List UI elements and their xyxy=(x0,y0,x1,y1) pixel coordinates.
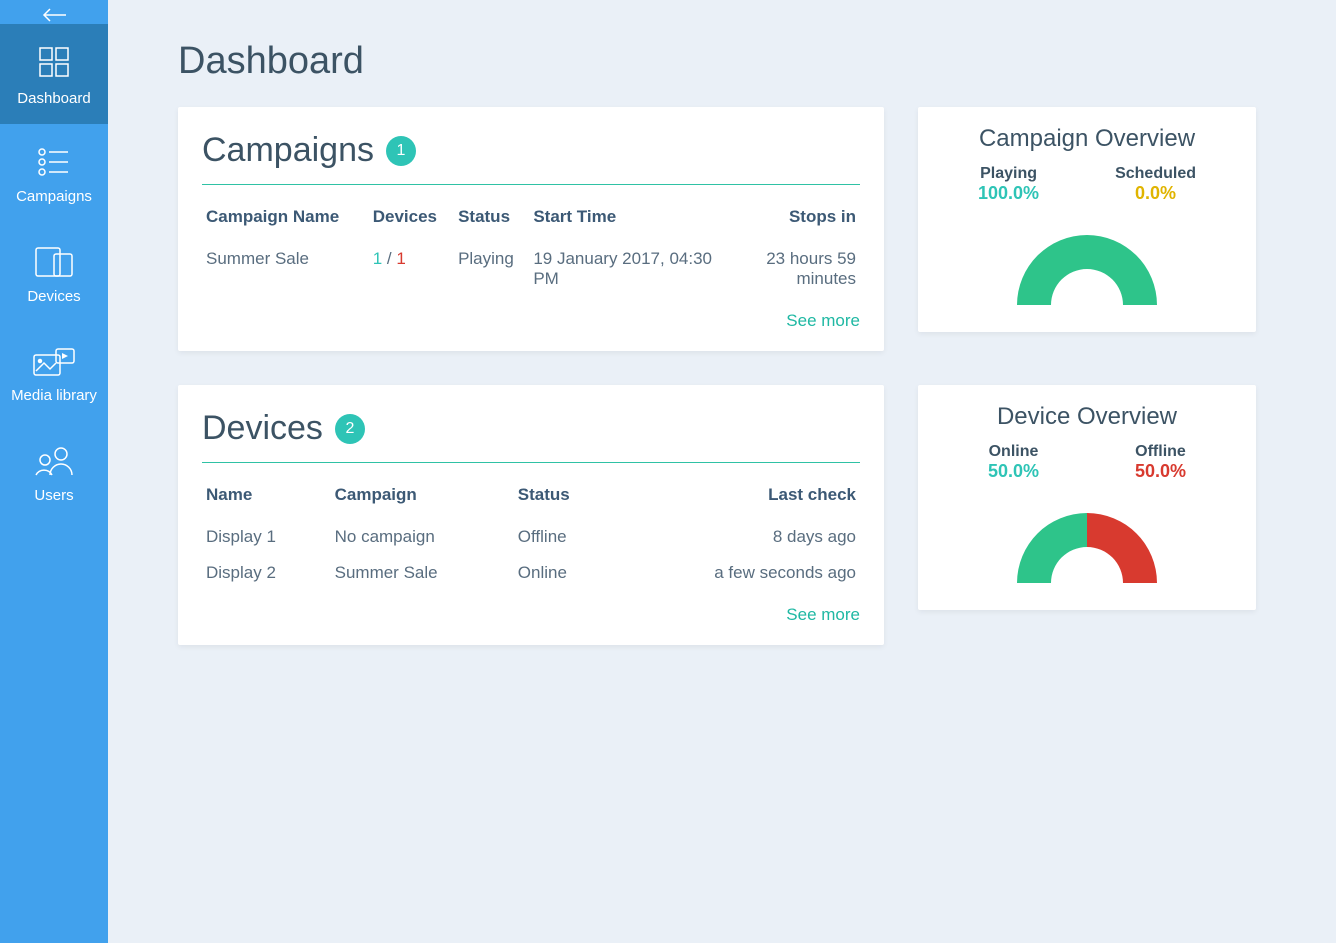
sidebar-item-label: Devices xyxy=(27,288,80,305)
back-button[interactable] xyxy=(0,0,108,24)
campaign-overview-title: Campaign Overview xyxy=(940,125,1234,153)
see-more-link[interactable]: See more xyxy=(786,605,860,624)
sidebar: Dashboard Campaigns Devices xyxy=(0,0,108,943)
table-row[interactable]: Display 2Summer SaleOnlinea few seconds … xyxy=(202,555,860,591)
device-overview-gauge xyxy=(940,498,1234,588)
col-last-check: Last check xyxy=(613,477,860,519)
col-name: Name xyxy=(202,477,331,519)
users-icon xyxy=(32,445,76,479)
sidebar-item-label: Users xyxy=(34,487,73,504)
sidebar-item-dashboard[interactable]: Dashboard xyxy=(0,24,108,124)
row-devices: Devices 2 Name Campaign Status Last chec… xyxy=(178,385,1266,645)
grid-icon xyxy=(34,42,74,82)
cell-last-check: a few seconds ago xyxy=(613,555,860,591)
col-status: Status xyxy=(514,477,613,519)
cell-campaign: No campaign xyxy=(331,519,514,555)
campaign-overview-stats: Playing 100.0% Scheduled 0.0% xyxy=(940,165,1234,204)
sidebar-item-media-library[interactable]: Media library xyxy=(0,324,108,424)
table-row[interactable]: Display 1No campaignOffline8 days ago xyxy=(202,519,860,555)
sidebar-item-label: Campaigns xyxy=(16,188,92,205)
col-stops-in: Stops in xyxy=(718,199,860,241)
stat-scheduled: Scheduled 0.0% xyxy=(1115,165,1196,204)
table-header-row: Campaign Name Devices Status Start Time … xyxy=(202,199,860,241)
stat-label: Scheduled xyxy=(1115,165,1196,183)
cell-name: Display 1 xyxy=(202,519,331,555)
table-header-row: Name Campaign Status Last check xyxy=(202,477,860,519)
sidebar-item-devices[interactable]: Devices xyxy=(0,224,108,324)
cell-name: Display 2 xyxy=(202,555,331,591)
cell-status: Playing xyxy=(454,241,529,297)
col-start-time: Start Time xyxy=(529,199,718,241)
devices-see-more: See more xyxy=(202,605,860,625)
devices-sep: / xyxy=(382,249,396,268)
table-row[interactable]: Summer Sale 1 / 1 Playing 19 January 201… xyxy=(202,241,860,297)
col-campaign: Campaign xyxy=(331,477,514,519)
devices-table: Name Campaign Status Last check Display … xyxy=(202,477,860,591)
col-devices: Devices xyxy=(369,199,454,241)
stat-online: Online 50.0% xyxy=(988,443,1039,482)
cell-status: Offline xyxy=(514,519,613,555)
sidebar-item-label: Media library xyxy=(11,387,97,404)
devices-count-badge: 2 xyxy=(335,414,365,444)
device-overview-title: Device Overview xyxy=(940,403,1234,431)
stat-label: Playing xyxy=(978,165,1039,183)
campaigns-card: Campaigns 1 Campaign Name Devices Status… xyxy=(178,107,884,351)
devices-card: Devices 2 Name Campaign Status Last chec… xyxy=(178,385,884,645)
cell-start-time: 19 January 2017, 04:30 PM xyxy=(529,241,718,297)
stat-label: Offline xyxy=(1135,443,1186,461)
device-overview-card: Device Overview Online 50.0% Offline 50.… xyxy=(918,385,1256,610)
cell-campaign-name: Summer Sale xyxy=(202,241,369,297)
campaigns-title: Campaigns xyxy=(202,131,374,170)
stat-playing: Playing 100.0% xyxy=(978,165,1039,204)
media-icon xyxy=(30,345,78,379)
devices-icon xyxy=(32,244,76,280)
see-more-link[interactable]: See more xyxy=(786,311,860,330)
main-content: Dashboard Campaigns 1 Campaign Name Devi… xyxy=(108,0,1336,943)
devices-title: Devices xyxy=(202,409,323,448)
arrow-left-icon xyxy=(40,7,68,23)
sidebar-item-label: Dashboard xyxy=(17,90,90,107)
campaigns-count-badge: 1 xyxy=(386,136,416,166)
col-campaign-name: Campaign Name xyxy=(202,199,369,241)
stat-value: 100.0% xyxy=(978,183,1039,204)
campaigns-see-more: See more xyxy=(202,311,860,331)
cell-last-check: 8 days ago xyxy=(613,519,860,555)
cell-stops-in: 23 hours 59 minutes xyxy=(718,241,860,297)
device-overview-stats: Online 50.0% Offline 50.0% xyxy=(940,443,1234,482)
stat-value: 0.0% xyxy=(1115,183,1196,204)
cell-devices: 1 / 1 xyxy=(369,241,454,297)
sidebar-item-users[interactable]: Users xyxy=(0,424,108,524)
stat-value: 50.0% xyxy=(1135,461,1186,482)
list-icon xyxy=(34,144,74,180)
gauge-chart-icon xyxy=(1002,220,1172,310)
campaigns-table: Campaign Name Devices Status Start Time … xyxy=(202,199,860,297)
gauge-chart-icon xyxy=(1002,498,1172,588)
sidebar-item-campaigns[interactable]: Campaigns xyxy=(0,124,108,224)
devices-header: Devices 2 xyxy=(202,409,860,463)
campaign-overview-gauge xyxy=(940,220,1234,310)
col-status: Status xyxy=(454,199,529,241)
row-campaigns: Campaigns 1 Campaign Name Devices Status… xyxy=(178,107,1266,351)
page-title: Dashboard xyxy=(178,40,1266,83)
campaign-overview-card: Campaign Overview Playing 100.0% Schedul… xyxy=(918,107,1256,332)
devices-online: 1 xyxy=(373,249,382,268)
cell-campaign: Summer Sale xyxy=(331,555,514,591)
devices-total: 1 xyxy=(396,249,405,268)
stat-label: Online xyxy=(988,443,1039,461)
campaigns-header: Campaigns 1 xyxy=(202,131,860,185)
stat-offline: Offline 50.0% xyxy=(1135,443,1186,482)
cell-status: Online xyxy=(514,555,613,591)
stat-value: 50.0% xyxy=(988,461,1039,482)
